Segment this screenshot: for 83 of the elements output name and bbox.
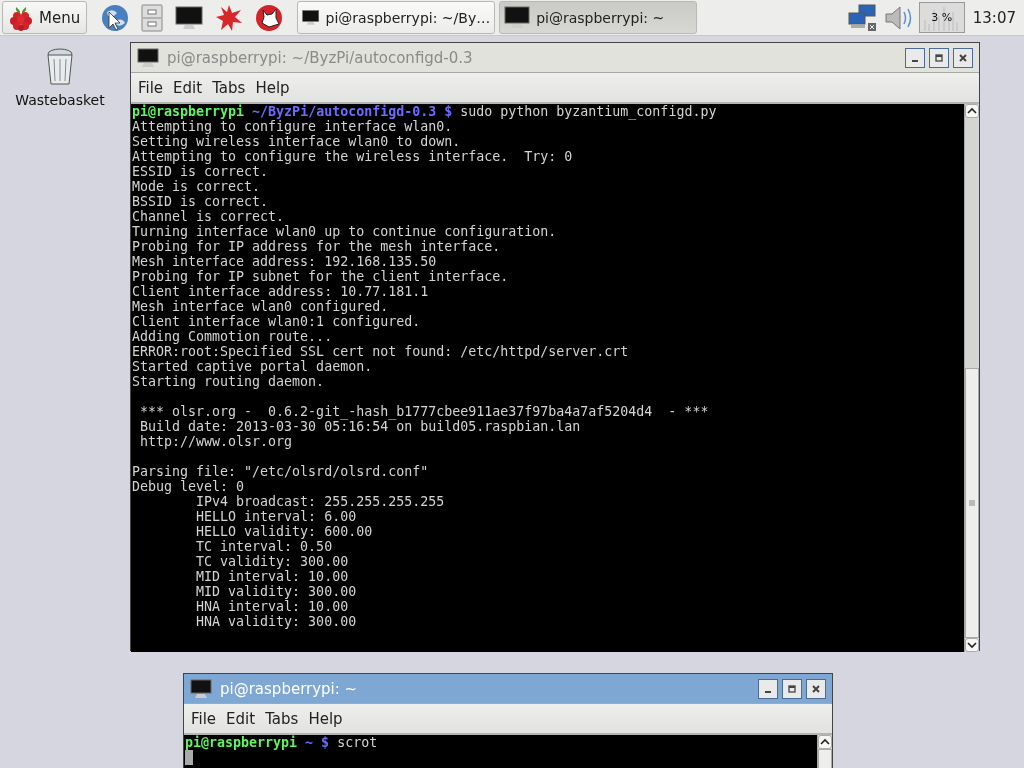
output-line: Client interface address: 10.77.181.1 xyxy=(132,284,430,299)
output-line: HNA validity: 300.00 xyxy=(195,614,358,629)
close-icon xyxy=(811,683,821,694)
output-line: Adding Commotion route... xyxy=(132,329,334,344)
chevron-down-icon xyxy=(967,641,977,649)
clock: 13:07 xyxy=(971,8,1017,27)
prompt-line: pi@raspberrypi ~ $ scrot xyxy=(185,735,379,750)
output-line: Probing for IP subnet for the client interface. xyxy=(132,269,510,284)
minimize-icon xyxy=(765,690,771,693)
maximize-button[interactable] xyxy=(782,678,802,699)
menu-item[interactable]: File xyxy=(186,709,222,728)
output-line: HNA interval: 10.00 xyxy=(195,599,350,614)
chevron-up-icon xyxy=(820,738,830,746)
chevron-up-icon xyxy=(967,107,977,115)
menu-button[interactable]: Menu xyxy=(2,1,88,34)
window-title: pi@raspberrypi: ~/ByzPi/autoconfigd-0.3 xyxy=(167,48,473,67)
maximize-icon xyxy=(934,52,944,63)
output-line: Probing for IP address for the mesh interface. xyxy=(132,239,502,254)
menu-item[interactable]: Edit xyxy=(221,709,261,728)
output-line: TC interval: 0.50 xyxy=(195,539,334,554)
output-line: Turning interface wlan0 up to continue configuration. xyxy=(132,224,558,239)
monitor-icon xyxy=(137,47,159,68)
output-line: IPv4 broadcast: 255.255.255.255 xyxy=(195,494,446,509)
output-line: BSSID is correct. xyxy=(132,194,270,209)
minimize-icon xyxy=(912,59,918,62)
menu-item[interactable]: Help xyxy=(303,709,348,728)
terminal-area[interactable]: pi@raspberrypi ~ $ scrot xyxy=(184,735,817,768)
output-line: Client interface wlan0:1 configured. xyxy=(132,314,422,329)
scroll-down-button[interactable] xyxy=(965,638,979,652)
prompt-line: pi@raspberrypi ~/ByzPi/autoconfigd-0.3 $ sudo python byzantium_configd.py xyxy=(132,104,718,119)
minimize-button[interactable] xyxy=(758,678,778,699)
menu-item[interactable]: Edit xyxy=(168,78,208,97)
output-line: ESSID is correct. xyxy=(132,164,270,179)
output-line: *** olsr.org - 0.6.2-git_-hash_b1777cbee911ae37f97ba4a7af5204d4 - *** xyxy=(139,404,710,419)
output-line: Attempting to configure the wireless interface. Try: 0 xyxy=(132,149,574,164)
monitor-icon xyxy=(504,5,531,30)
maximize-button[interactable] xyxy=(929,47,949,68)
output-line: http://www.olsr.org xyxy=(139,434,294,449)
menu-item[interactable]: Help xyxy=(250,78,295,97)
close-icon xyxy=(958,52,968,63)
trash-can-icon[interactable] xyxy=(46,46,74,86)
scroll-thumb[interactable] xyxy=(965,368,979,638)
raspberry-icon xyxy=(9,4,33,31)
network-icon[interactable] xyxy=(846,2,879,33)
output-line: Build date: 2013-03-30 05:16:54 on build05.raspbian.lan xyxy=(139,419,581,434)
monitor-icon[interactable] xyxy=(175,3,204,32)
output-line: HELLO interval: 6.00 xyxy=(195,509,358,524)
maximize-icon xyxy=(787,683,797,694)
minimize-button[interactable] xyxy=(905,47,925,68)
output-line: MID validity: 300.00 xyxy=(195,584,358,599)
wolf-icon[interactable] xyxy=(255,3,284,32)
output-line: HELLO validity: 600.00 xyxy=(195,524,374,539)
cpu-graph xyxy=(918,2,965,33)
output-line: Mesh interface wlan0 configured. xyxy=(132,299,390,314)
task-button[interactable]: pi@raspberrypi: ~/By… xyxy=(297,1,496,34)
cpu-reading: 3 % xyxy=(931,11,953,24)
output-line: MID interval: 10.00 xyxy=(195,569,350,584)
output-line: Parsing file: "/etc/olsrd/olsrd.conf" xyxy=(132,464,430,479)
close-button[interactable] xyxy=(806,678,826,699)
desktop-icon-label[interactable]: Wastebasket xyxy=(15,92,105,108)
star-icon[interactable] xyxy=(215,3,244,32)
scroll-up-button[interactable] xyxy=(818,735,832,749)
menu-item[interactable]: Tabs xyxy=(260,709,304,728)
grip-icon xyxy=(968,499,976,507)
menu-item[interactable]: Tabs xyxy=(207,78,251,97)
scroll-up-button[interactable] xyxy=(965,104,979,118)
menu-item[interactable]: File xyxy=(133,78,169,97)
output-line: Debug level: 0 xyxy=(132,479,246,494)
output-line: Mode is correct. xyxy=(132,179,262,194)
globe-icon[interactable] xyxy=(101,3,130,32)
output-line: Starting routing daemon. xyxy=(132,374,326,389)
output-line: ERROR:root:Specified SSL cert not found: /etc/httpd/server.crt xyxy=(132,344,630,359)
window-title: pi@raspberrypi: ~ xyxy=(220,679,358,698)
monitor-icon xyxy=(190,678,212,699)
output-line: Setting wireless interface wlan0 to down. xyxy=(132,134,462,149)
close-button[interactable] xyxy=(953,47,973,68)
output-line: Attempting to configure interface wlan0. xyxy=(132,119,454,134)
scrollbar[interactable] xyxy=(964,104,979,652)
output-line: TC validity: 300.00 xyxy=(195,554,350,569)
task-button[interactable]: pi@raspberrypi: ~ xyxy=(499,1,698,34)
output-line: Mesh interface address: 192.168.135.50 xyxy=(132,254,438,269)
output-line: Started captive portal daemon. xyxy=(132,359,374,374)
output-line: Channel is correct. xyxy=(132,209,286,224)
